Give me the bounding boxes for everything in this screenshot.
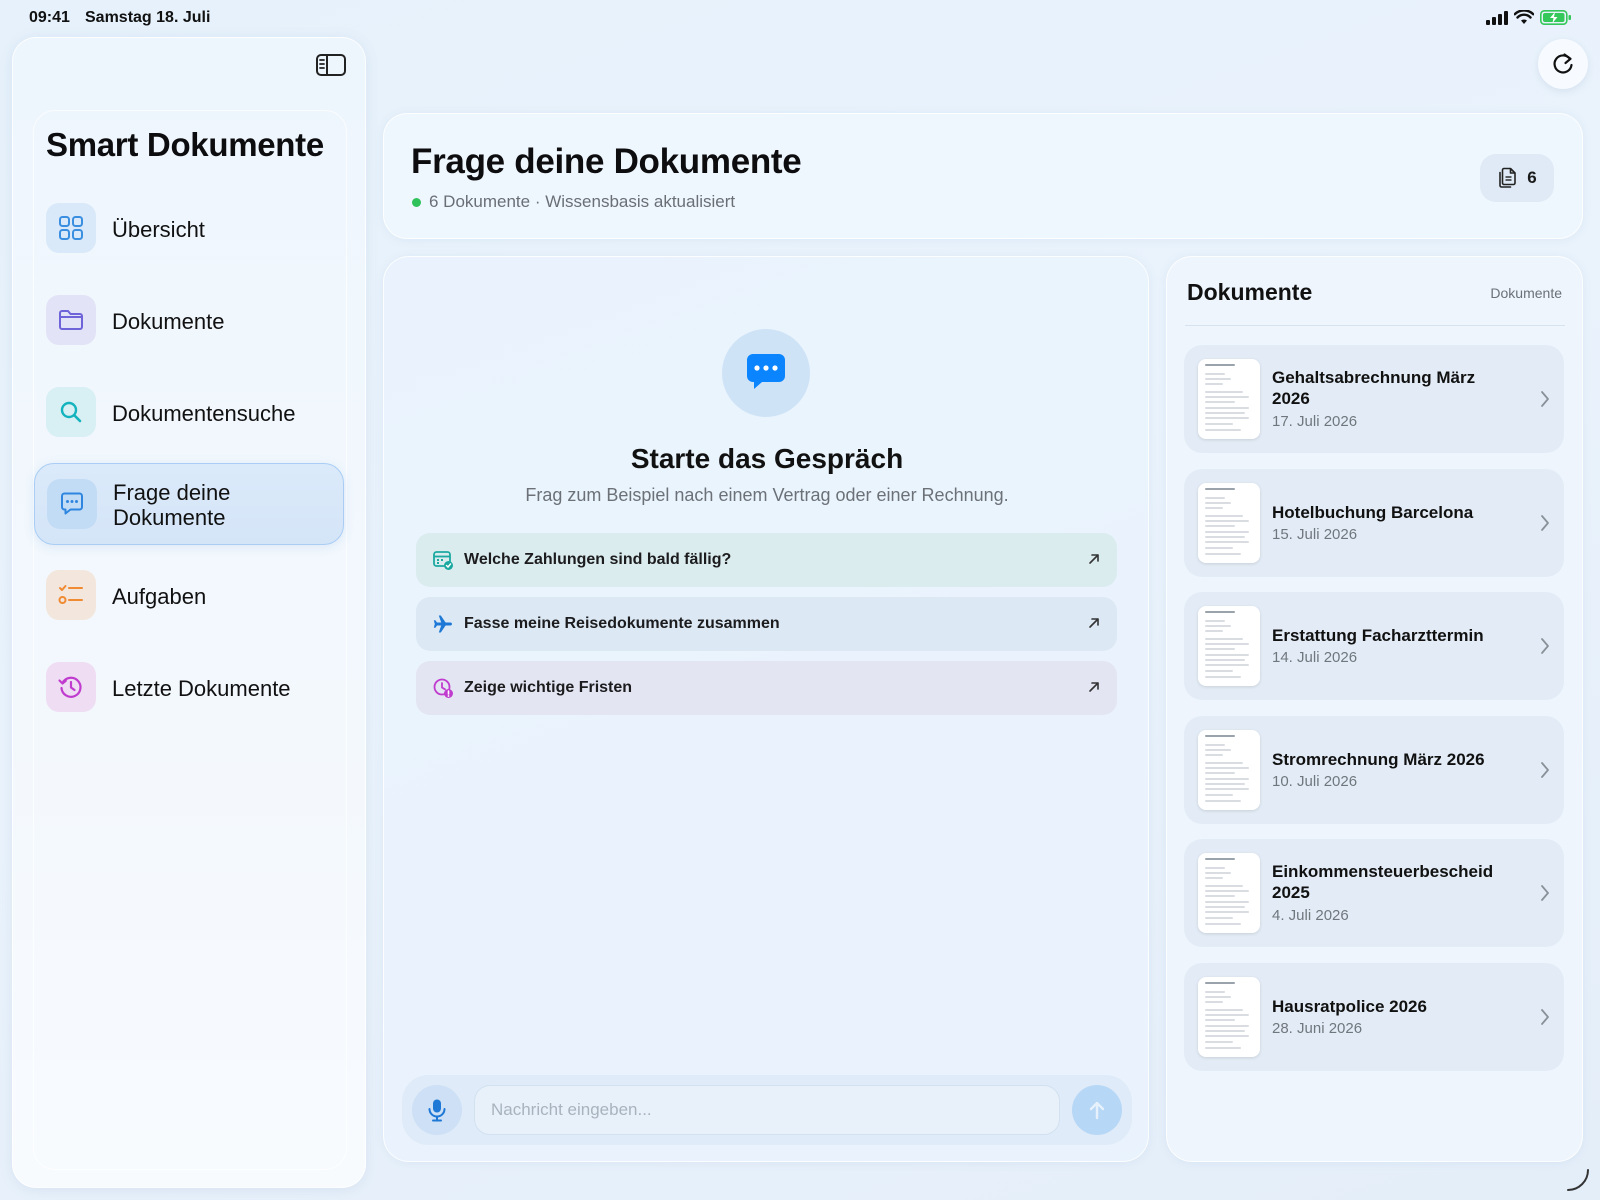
- suggestion-due-payments[interactable]: Welche Zahlungen sind bald fällig?: [416, 533, 1117, 587]
- document-name: Einkommensteuerbescheid 2025: [1272, 862, 1494, 902]
- chevron-right-icon: [1541, 885, 1549, 901]
- header-card: Frage deine Dokumente 6 Dokumente · Wiss…: [383, 113, 1583, 239]
- status-icons: [1486, 10, 1572, 25]
- sidebar-item-label: Dokumentensuche: [112, 400, 296, 426]
- sidebar-item-ask-documents[interactable]: Frage deine Dokumente: [34, 463, 344, 545]
- chevron-right-icon: [1541, 391, 1549, 407]
- document-name: Stromrechnung März 2026: [1272, 750, 1485, 769]
- document-name: Erstattung Facharzttermin: [1272, 626, 1484, 645]
- clock-alert-icon: [433, 678, 453, 698]
- documents-stack-icon: [1499, 167, 1517, 188]
- chevron-right-icon: [1541, 762, 1549, 778]
- chevron-right-icon: [1541, 638, 1549, 654]
- document-name: Gehaltsabrechnung März 2026: [1272, 368, 1476, 408]
- sidebar-item-recent-documents[interactable]: Letzte Dokumente: [34, 647, 344, 729]
- document-date: 15. Juli 2026: [1272, 526, 1358, 543]
- document-name: Hotelbuchung Barcelona: [1272, 503, 1474, 522]
- microphone-button[interactable]: [412, 1085, 462, 1135]
- folder-icon: [46, 295, 96, 345]
- arrow-up-right-icon: [1089, 682, 1099, 692]
- document-card[interactable]: Hotelbuchung Barcelona 15. Juli 2026: [1184, 469, 1564, 577]
- document-thumbnail: [1198, 606, 1260, 686]
- wifi-icon: [1514, 10, 1534, 24]
- chat-icon: [47, 479, 97, 529]
- document-card[interactable]: Stromrechnung März 2026 10. Juli 2026: [1184, 716, 1564, 824]
- grid-icon: [46, 203, 96, 253]
- message-input[interactable]: [474, 1085, 1060, 1135]
- app-title: Smart Dokumente: [46, 126, 324, 163]
- document-thumbnail: [1198, 977, 1260, 1057]
- suggestion-label: Welche Zahlungen sind bald fällig?: [464, 551, 732, 568]
- battery-charging-icon: [1540, 10, 1571, 25]
- document-date: 14. Juli 2026: [1272, 649, 1358, 666]
- sidebar-item-document-search[interactable]: Dokumentensuche: [34, 372, 344, 454]
- search-icon: [46, 387, 96, 437]
- document-thumbnail: [1198, 730, 1260, 810]
- sidebar-item-label: Aufgaben: [112, 583, 207, 609]
- page-title: Frage deine Dokumente: [411, 142, 802, 181]
- document-thumbnail: [1198, 853, 1260, 933]
- document-date: 28. Juni 2026: [1272, 1020, 1363, 1037]
- sidebar-item-label: Dokumente: [112, 308, 225, 334]
- sidebar-toggle-button[interactable]: [315, 52, 347, 78]
- suggestion-deadlines[interactable]: Zeige wichtige Fristen: [416, 661, 1117, 715]
- document-card[interactable]: Erstattung Facharzttermin 14. Juli 2026: [1184, 592, 1564, 700]
- sidebar-item-label: Frage deine Dokumente: [113, 480, 231, 530]
- chat-bubble-icon: [722, 329, 810, 417]
- checklist-icon: [46, 570, 96, 620]
- arrow-up-right-icon: [1089, 618, 1099, 628]
- sidebar-item-overview[interactable]: Übersicht: [34, 188, 344, 270]
- cellular-signal-icon: [1486, 10, 1508, 25]
- sidebar-item-documents[interactable]: Dokumente: [34, 280, 344, 362]
- document-date: 17. Juli 2026: [1272, 413, 1358, 430]
- status-dot: [412, 198, 421, 207]
- arrow-up-right-icon: [1089, 554, 1099, 564]
- document-card[interactable]: Gehaltsabrechnung März 2026 17. Juli 2026: [1184, 345, 1564, 453]
- status-date: Samstag 18. Juli: [85, 9, 211, 26]
- send-button[interactable]: [1072, 1085, 1122, 1135]
- document-count-button[interactable]: 6: [1480, 154, 1554, 202]
- document-card[interactable]: Hausratpolice 2026 28. Juni 2026: [1184, 963, 1564, 1071]
- chat-hint: Frag zum Beispiel nach einem Vertrag ode…: [525, 485, 1009, 505]
- sidebar-item-label: Übersicht: [112, 216, 205, 242]
- document-name: Hausratpolice 2026: [1272, 997, 1427, 1016]
- document-count-value: 6: [1527, 168, 1537, 187]
- chevron-right-icon: [1541, 1009, 1549, 1025]
- sidebar-toggle-icon: [316, 54, 346, 76]
- document-date: 4. Juli 2026: [1272, 907, 1349, 924]
- calendar-check-icon: [433, 551, 453, 570]
- status-bar: 09:41 Samstag 18. Juli: [0, 0, 1600, 36]
- chat-panel: Starte das Gespräch Frag zum Beispiel na…: [383, 256, 1149, 1162]
- document-date: 10. Juli 2026: [1272, 773, 1358, 790]
- documents-panel-title: Dokumente: [1187, 279, 1313, 305]
- resize-corner-icon: [1567, 1169, 1589, 1191]
- document-thumbnail: [1198, 359, 1260, 439]
- resize-handle[interactable]: [1566, 1168, 1590, 1192]
- refresh-icon: [1553, 53, 1573, 74]
- chat-heading: Starte das Gespräch: [630, 443, 904, 474]
- suggestion-travel-documents[interactable]: Fasse meine Reisedokumente zusammen: [416, 597, 1117, 651]
- sidebar-item-label: Letzte Dokumente: [112, 675, 291, 701]
- suggestion-label: Zeige wichtige Fristen: [464, 679, 633, 696]
- chevron-right-icon: [1541, 515, 1549, 531]
- page-subtitle: 6 Dokumente · Wissensbasis aktualisiert: [429, 192, 736, 211]
- documents-link[interactable]: Dokumente: [1490, 285, 1562, 301]
- arrow-up-icon: [1089, 1101, 1105, 1120]
- suggestion-label: Fasse meine Reisedokumente zusammen: [464, 615, 780, 632]
- divider: [1185, 325, 1565, 326]
- status-time: 09:41: [29, 9, 70, 26]
- airplane-icon: [433, 615, 452, 633]
- document-thumbnail: [1198, 483, 1260, 563]
- sidebar-item-tasks[interactable]: Aufgaben: [34, 555, 344, 637]
- refresh-button[interactable]: [1538, 39, 1588, 89]
- history-icon: [46, 662, 96, 712]
- document-card[interactable]: Einkommensteuerbescheid 2025 4. Juli 2026: [1184, 839, 1564, 947]
- microphone-icon: [428, 1099, 446, 1122]
- message-composer: [402, 1075, 1132, 1145]
